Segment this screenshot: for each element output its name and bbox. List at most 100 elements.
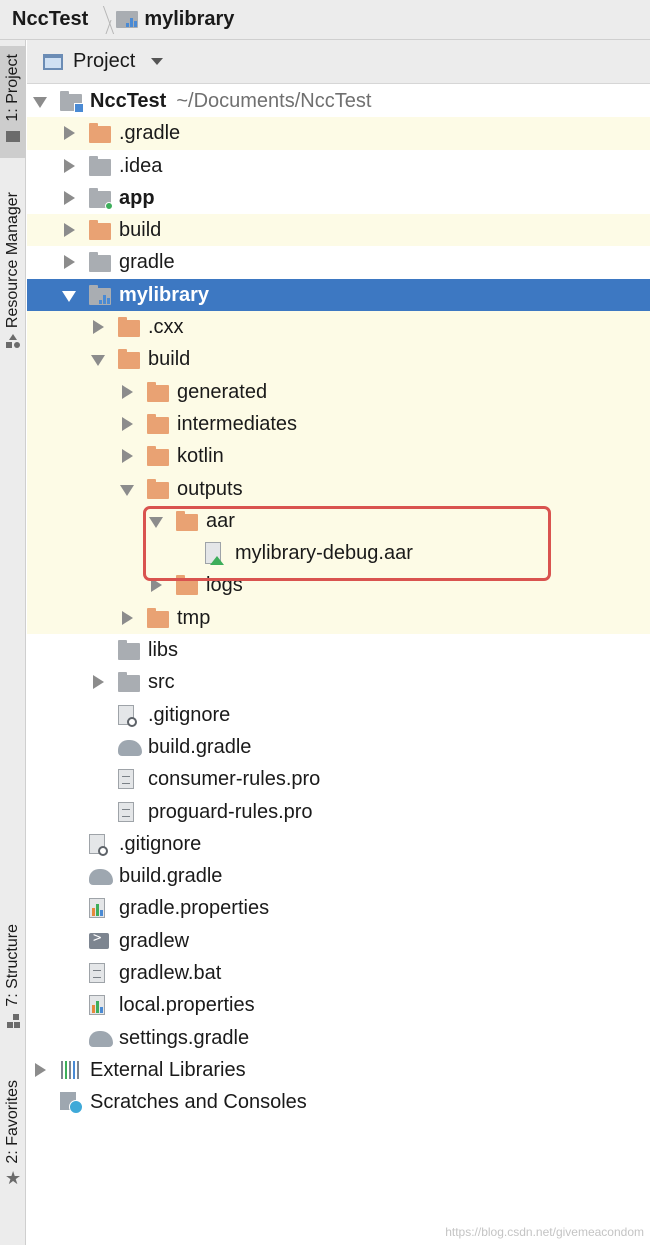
app-module-icon bbox=[89, 187, 113, 210]
tree-node-text: .idea bbox=[119, 154, 163, 177]
tree-node-label: app bbox=[119, 187, 155, 210]
tree-node-text: .gradle bbox=[119, 122, 181, 145]
chevron-right-icon[interactable] bbox=[62, 126, 76, 141]
tree-node-text: generated bbox=[177, 380, 268, 403]
gradle-elephant-icon bbox=[89, 869, 113, 886]
folder-icon bbox=[147, 381, 169, 402]
tree-node-path-hint: ~/Documents/NccTest bbox=[176, 90, 372, 112]
tree-node[interactable]: gradlew bbox=[27, 925, 650, 957]
text-file-icon bbox=[118, 801, 134, 822]
tree-node[interactable]: build bbox=[27, 214, 650, 247]
tree-node[interactable]: generated bbox=[27, 375, 650, 408]
folder-icon bbox=[147, 607, 169, 628]
chevron-down-icon[interactable] bbox=[33, 94, 47, 108]
tree-node[interactable]: libs bbox=[27, 634, 650, 666]
tree-node[interactable]: local.properties bbox=[27, 989, 650, 1021]
tree-node[interactable]: .gitignore bbox=[27, 828, 650, 860]
chevron-right-icon[interactable] bbox=[120, 610, 134, 625]
breadcrumb-project-label: NccTest bbox=[12, 8, 89, 30]
tree-node[interactable]: build.gradle bbox=[27, 860, 650, 892]
chevron-right-icon[interactable] bbox=[62, 223, 76, 238]
tree-node[interactable]: Scratches and Consoles bbox=[27, 1086, 650, 1118]
scratches-icon bbox=[60, 1092, 83, 1115]
tree-node-label: NccTest ~/Documents/NccTest bbox=[90, 90, 371, 113]
tree-node-text: src bbox=[148, 671, 175, 694]
chevron-right-icon[interactable] bbox=[149, 578, 163, 593]
folder-icon bbox=[89, 155, 111, 176]
breadcrumb: NccTest mylibrary bbox=[0, 0, 650, 40]
tree-node[interactable]: outputs bbox=[27, 472, 650, 505]
tree-node-label: build.gradle bbox=[148, 736, 251, 759]
tree-node[interactable]: settings.gradle bbox=[27, 1022, 650, 1054]
tree-node-label: .gitignore bbox=[148, 704, 230, 727]
tree-node-text: .cxx bbox=[148, 316, 184, 339]
tree-node-label: intermediates bbox=[177, 413, 297, 436]
tab-structure[interactable]: 7: Structure bbox=[0, 924, 26, 1054]
tree-node-text: app bbox=[119, 186, 155, 209]
tree-node-text: proguard-rules.pro bbox=[148, 800, 313, 823]
chevron-down-icon[interactable] bbox=[91, 352, 105, 367]
tree-node-label: .idea bbox=[119, 155, 162, 178]
folder-icon bbox=[176, 575, 198, 596]
tree-node-label: build bbox=[119, 219, 161, 242]
project-view-title: Project bbox=[73, 50, 136, 72]
tree-node[interactable]: consumer-rules.pro bbox=[27, 763, 650, 795]
tree-node[interactable]: NccTest ~/Documents/NccTest bbox=[27, 85, 650, 117]
chevron-right-icon[interactable] bbox=[91, 675, 105, 690]
chevron-right-icon[interactable] bbox=[91, 320, 105, 335]
tree-node-label: gradlew.bat bbox=[119, 962, 221, 985]
chevron-right-icon[interactable] bbox=[62, 190, 76, 205]
tree-node[interactable]: .idea bbox=[27, 150, 650, 182]
tree-node[interactable]: mylibrary-debug.aar bbox=[27, 537, 650, 570]
chevron-right-icon[interactable] bbox=[120, 384, 134, 399]
project-view-header[interactable]: Project bbox=[27, 40, 650, 84]
structure-icon bbox=[5, 1013, 21, 1029]
tree-node[interactable]: intermediates bbox=[27, 407, 650, 441]
tree-node[interactable]: src bbox=[27, 666, 650, 698]
tree-node-label: generated bbox=[177, 381, 267, 404]
aar-file-icon bbox=[205, 542, 224, 566]
tree-node[interactable]: build.gradle bbox=[27, 731, 650, 763]
tree-node[interactable]: .gitignore bbox=[27, 699, 650, 731]
chevron-down-icon[interactable] bbox=[149, 514, 163, 528]
tree-node[interactable]: gradle.properties bbox=[27, 892, 650, 924]
tab-resource-manager-label: Resource Manager bbox=[4, 192, 21, 329]
tree-node-text: settings.gradle bbox=[119, 1026, 250, 1049]
tree-node[interactable]: gradlew.bat bbox=[27, 957, 650, 989]
tree-node-label: src bbox=[148, 671, 175, 694]
tree-node[interactable]: app bbox=[27, 182, 650, 214]
tree-node-text: gradlew bbox=[119, 929, 190, 952]
tree-node[interactable]: proguard-rules.pro bbox=[27, 796, 650, 828]
folder-icon bbox=[147, 478, 169, 499]
tab-resource-manager[interactable]: Resource Manager bbox=[0, 192, 26, 382]
chevron-right-icon[interactable] bbox=[120, 449, 134, 464]
tree-node[interactable]: gradle bbox=[27, 246, 650, 278]
folder-icon bbox=[89, 220, 111, 241]
tree-node[interactable]: build bbox=[27, 343, 650, 376]
tab-favorites[interactable]: 2: Favorites ★ bbox=[0, 1080, 26, 1210]
tree-node[interactable]: External Libraries bbox=[27, 1054, 650, 1086]
breadcrumb-project[interactable]: NccTest bbox=[12, 8, 88, 31]
gradle-elephant-icon bbox=[89, 1030, 113, 1047]
tree-node-label: .gradle bbox=[119, 122, 180, 145]
tab-project[interactable]: 1: Project bbox=[0, 46, 26, 158]
chevron-down-icon[interactable] bbox=[120, 482, 134, 496]
breadcrumb-module[interactable]: mylibrary bbox=[116, 8, 234, 31]
tree-node[interactable]: aar bbox=[27, 504, 650, 538]
tree-node-text: mylibrary-debug.aar bbox=[235, 542, 413, 565]
tree-node[interactable]: tmp bbox=[27, 601, 650, 635]
tree-node[interactable]: logs bbox=[27, 569, 650, 602]
properties-file-icon bbox=[89, 898, 105, 919]
chevron-right-icon[interactable] bbox=[62, 255, 76, 270]
tree-node[interactable]: mylibrary bbox=[27, 278, 650, 312]
chevron-right-icon[interactable] bbox=[62, 158, 76, 173]
tree-node[interactable]: .gradle bbox=[27, 117, 650, 150]
chevron-down-icon[interactable] bbox=[151, 58, 164, 65]
tree-node[interactable]: kotlin bbox=[27, 440, 650, 473]
tree-node-text: consumer-rules.pro bbox=[148, 768, 321, 791]
chevron-right-icon[interactable] bbox=[33, 1062, 47, 1077]
chevron-down-icon[interactable] bbox=[62, 288, 76, 302]
tree-node[interactable]: .cxx bbox=[27, 311, 650, 344]
folder-icon bbox=[176, 510, 198, 531]
chevron-right-icon[interactable] bbox=[120, 416, 134, 431]
